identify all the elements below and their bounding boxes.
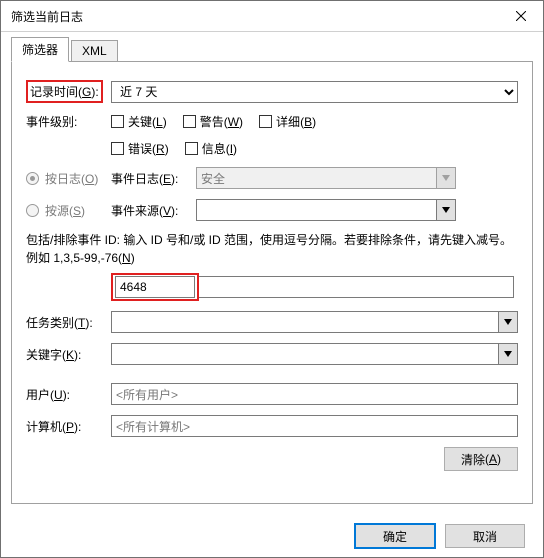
chevron-down-icon[interactable] <box>436 200 455 220</box>
titlebar: 筛选当前日志 <box>1 1 543 32</box>
check-verbose[interactable]: 详细(B) <box>259 113 316 130</box>
check-critical[interactable]: 关键(L) <box>111 113 167 130</box>
event-source-combo[interactable] <box>196 199 456 221</box>
chevron-down-icon <box>436 168 455 188</box>
label-keywords: 关键字(K): <box>26 346 111 363</box>
label-task: 任务类别(T): <box>26 314 111 331</box>
close-icon <box>516 11 526 21</box>
tab-content: 记录时间(G): 近 7 天 事件级别: 关键(L) <box>11 62 533 504</box>
close-button[interactable] <box>498 1 543 31</box>
label-level: 事件级别: <box>26 113 111 130</box>
row-level-2: 错误(R) 信息(I) <box>26 140 518 157</box>
tabs-area: 筛选器 XML 记录时间(G): 近 7 天 事件级别: <box>1 32 543 504</box>
radio-by-log: 按日志(O) <box>26 170 111 187</box>
check-error[interactable]: 错误(R) <box>111 140 169 157</box>
window-title: 筛选当前日志 <box>11 8 498 25</box>
task-category-combo[interactable] <box>111 311 518 333</box>
row-id <box>26 273 518 301</box>
label-user: 用户(U): <box>26 386 111 403</box>
computer-input[interactable] <box>111 415 518 437</box>
tabstrip: 筛选器 XML <box>11 40 533 62</box>
chevron-down-icon[interactable] <box>498 344 517 364</box>
radio-by-source: 按源(S) <box>26 202 111 219</box>
row-computer: 计算机(P): <box>26 415 518 437</box>
label-logged: 记录时间(G): <box>26 80 111 103</box>
event-log-combo: 安全 <box>196 167 456 189</box>
chevron-down-icon[interactable] <box>498 312 517 332</box>
label-event-source: 事件来源(V): <box>111 202 196 219</box>
button-bar: 确定 取消 <box>1 515 543 557</box>
dialog-window: 筛选当前日志 筛选器 XML 记录时间(G): <box>0 0 544 558</box>
ok-button[interactable]: 确定 <box>355 524 435 548</box>
row-level-1: 事件级别: 关键(L) 警告(W) 详细(B) <box>26 113 518 130</box>
row-user: 用户(U): <box>26 383 518 405</box>
keywords-combo[interactable] <box>111 343 518 365</box>
check-info[interactable]: 信息(I) <box>185 140 237 157</box>
label-computer: 计算机(P): <box>26 418 111 435</box>
logged-time-combo[interactable]: 近 7 天 <box>111 81 518 103</box>
tab-xml[interactable]: XML <box>71 40 118 62</box>
check-warning[interactable]: 警告(W) <box>183 113 243 130</box>
row-logged: 记录时间(G): 近 7 天 <box>26 80 518 103</box>
id-help-text: 包括/排除事件 ID: 输入 ID 号和/或 ID 范围，使用逗号分隔。若要排除… <box>26 231 518 267</box>
clear-button[interactable]: 清除(A) <box>444 447 518 471</box>
label-event-log: 事件日志(E): <box>111 170 196 187</box>
row-keywords: 关键字(K): <box>26 343 518 365</box>
event-id-input-rest[interactable] <box>199 276 514 298</box>
cancel-button[interactable]: 取消 <box>445 524 525 548</box>
user-input[interactable] <box>111 383 518 405</box>
row-by-source: 按源(S) 事件来源(V): <box>26 199 518 221</box>
event-id-input[interactable] <box>115 276 195 298</box>
tab-filter[interactable]: 筛选器 <box>11 37 69 62</box>
row-clear: 清除(A) <box>26 447 518 471</box>
row-by-log: 按日志(O) 事件日志(E): 安全 <box>26 167 518 189</box>
row-task: 任务类别(T): <box>26 311 518 333</box>
